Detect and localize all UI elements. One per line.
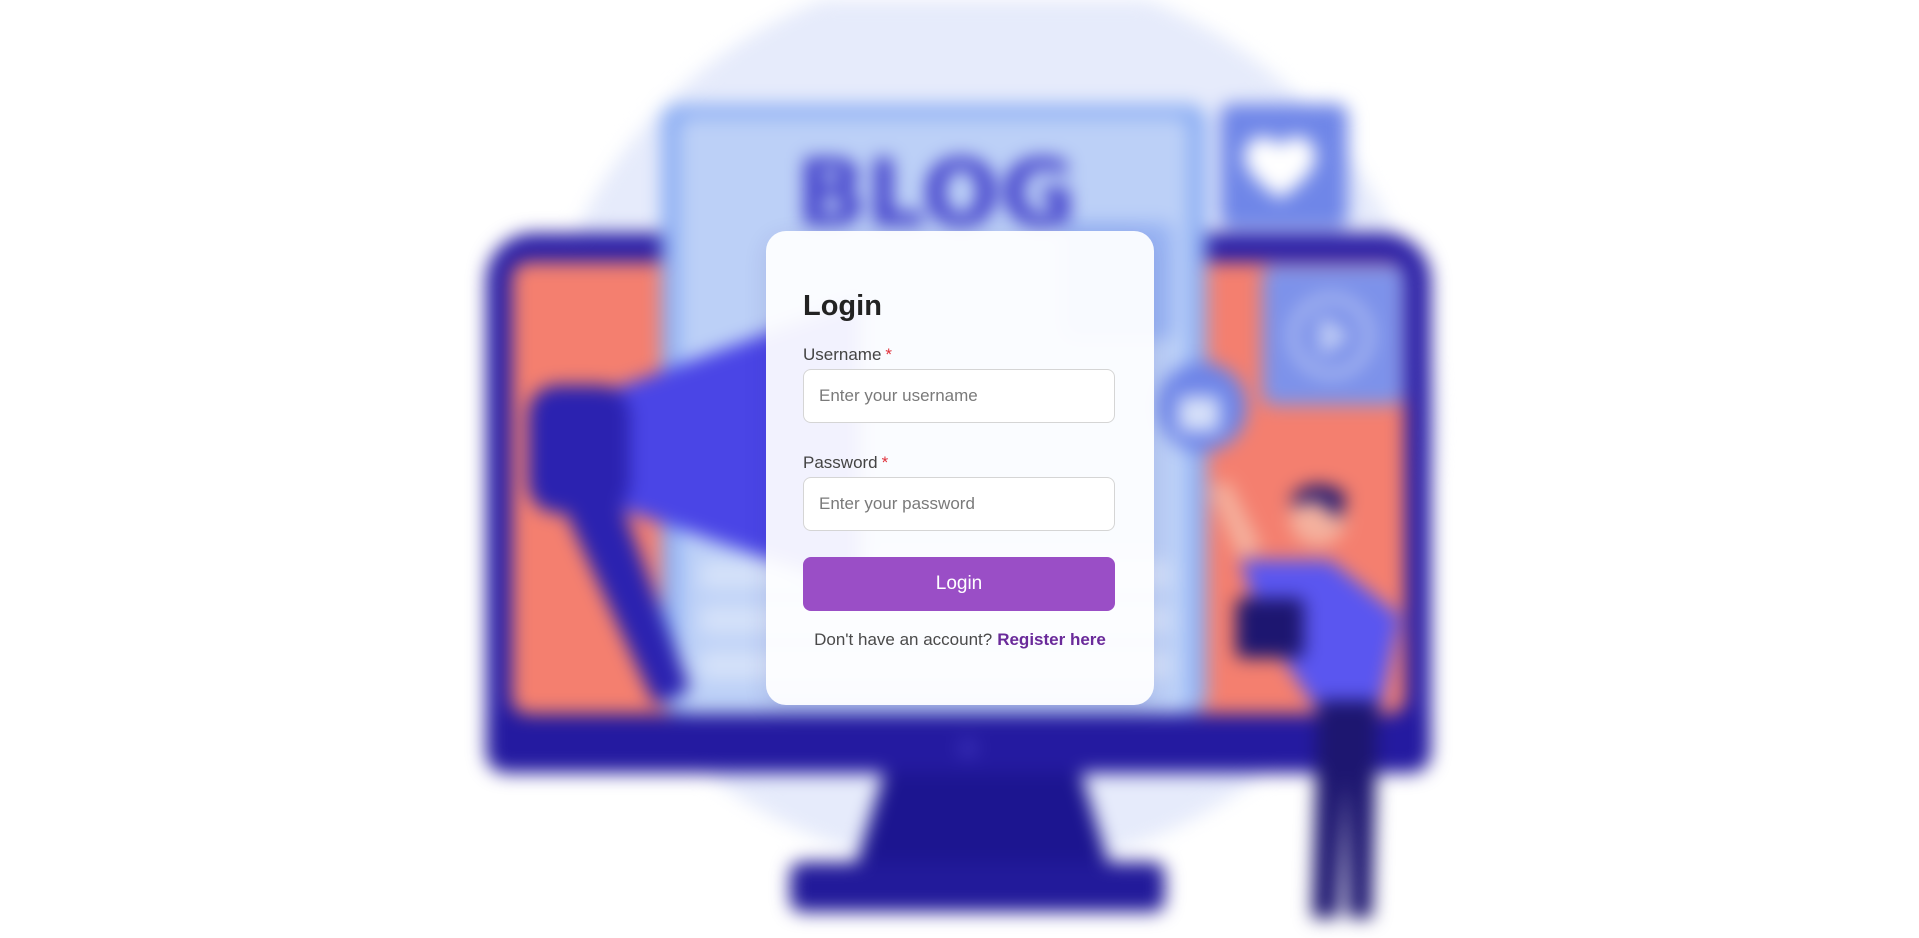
thumbs-up-icon [1178, 396, 1220, 432]
password-label: Password * [803, 453, 1117, 473]
monitor-base [790, 862, 1165, 912]
register-prompt: Don't have an account? [814, 630, 993, 649]
monitor-power-dot [959, 739, 977, 757]
password-label-text: Password [803, 453, 878, 472]
person-laptop [1236, 598, 1304, 658]
username-label-text: Username [803, 345, 882, 364]
password-input[interactable] [803, 477, 1115, 531]
login-card: Login Username* Password* Login Don't ha… [766, 231, 1154, 705]
username-label: Username * [803, 345, 1117, 365]
login-page: BLOG Login Username* Password* [0, 0, 1919, 938]
monitor-stand [855, 770, 1110, 868]
username-required-marker: * [885, 345, 893, 364]
login-title: Login [803, 290, 882, 322]
megaphone-mouthpiece [528, 385, 630, 513]
password-required-marker: * [881, 453, 889, 472]
register-prompt-line: Don't have an account? Register here [803, 629, 1117, 651]
username-input[interactable] [803, 369, 1115, 423]
monitor-bottom-bezel [486, 712, 1431, 773]
login-button[interactable]: Login [803, 557, 1115, 611]
register-link[interactable]: Register here [997, 630, 1106, 649]
person-legs [1312, 700, 1378, 918]
